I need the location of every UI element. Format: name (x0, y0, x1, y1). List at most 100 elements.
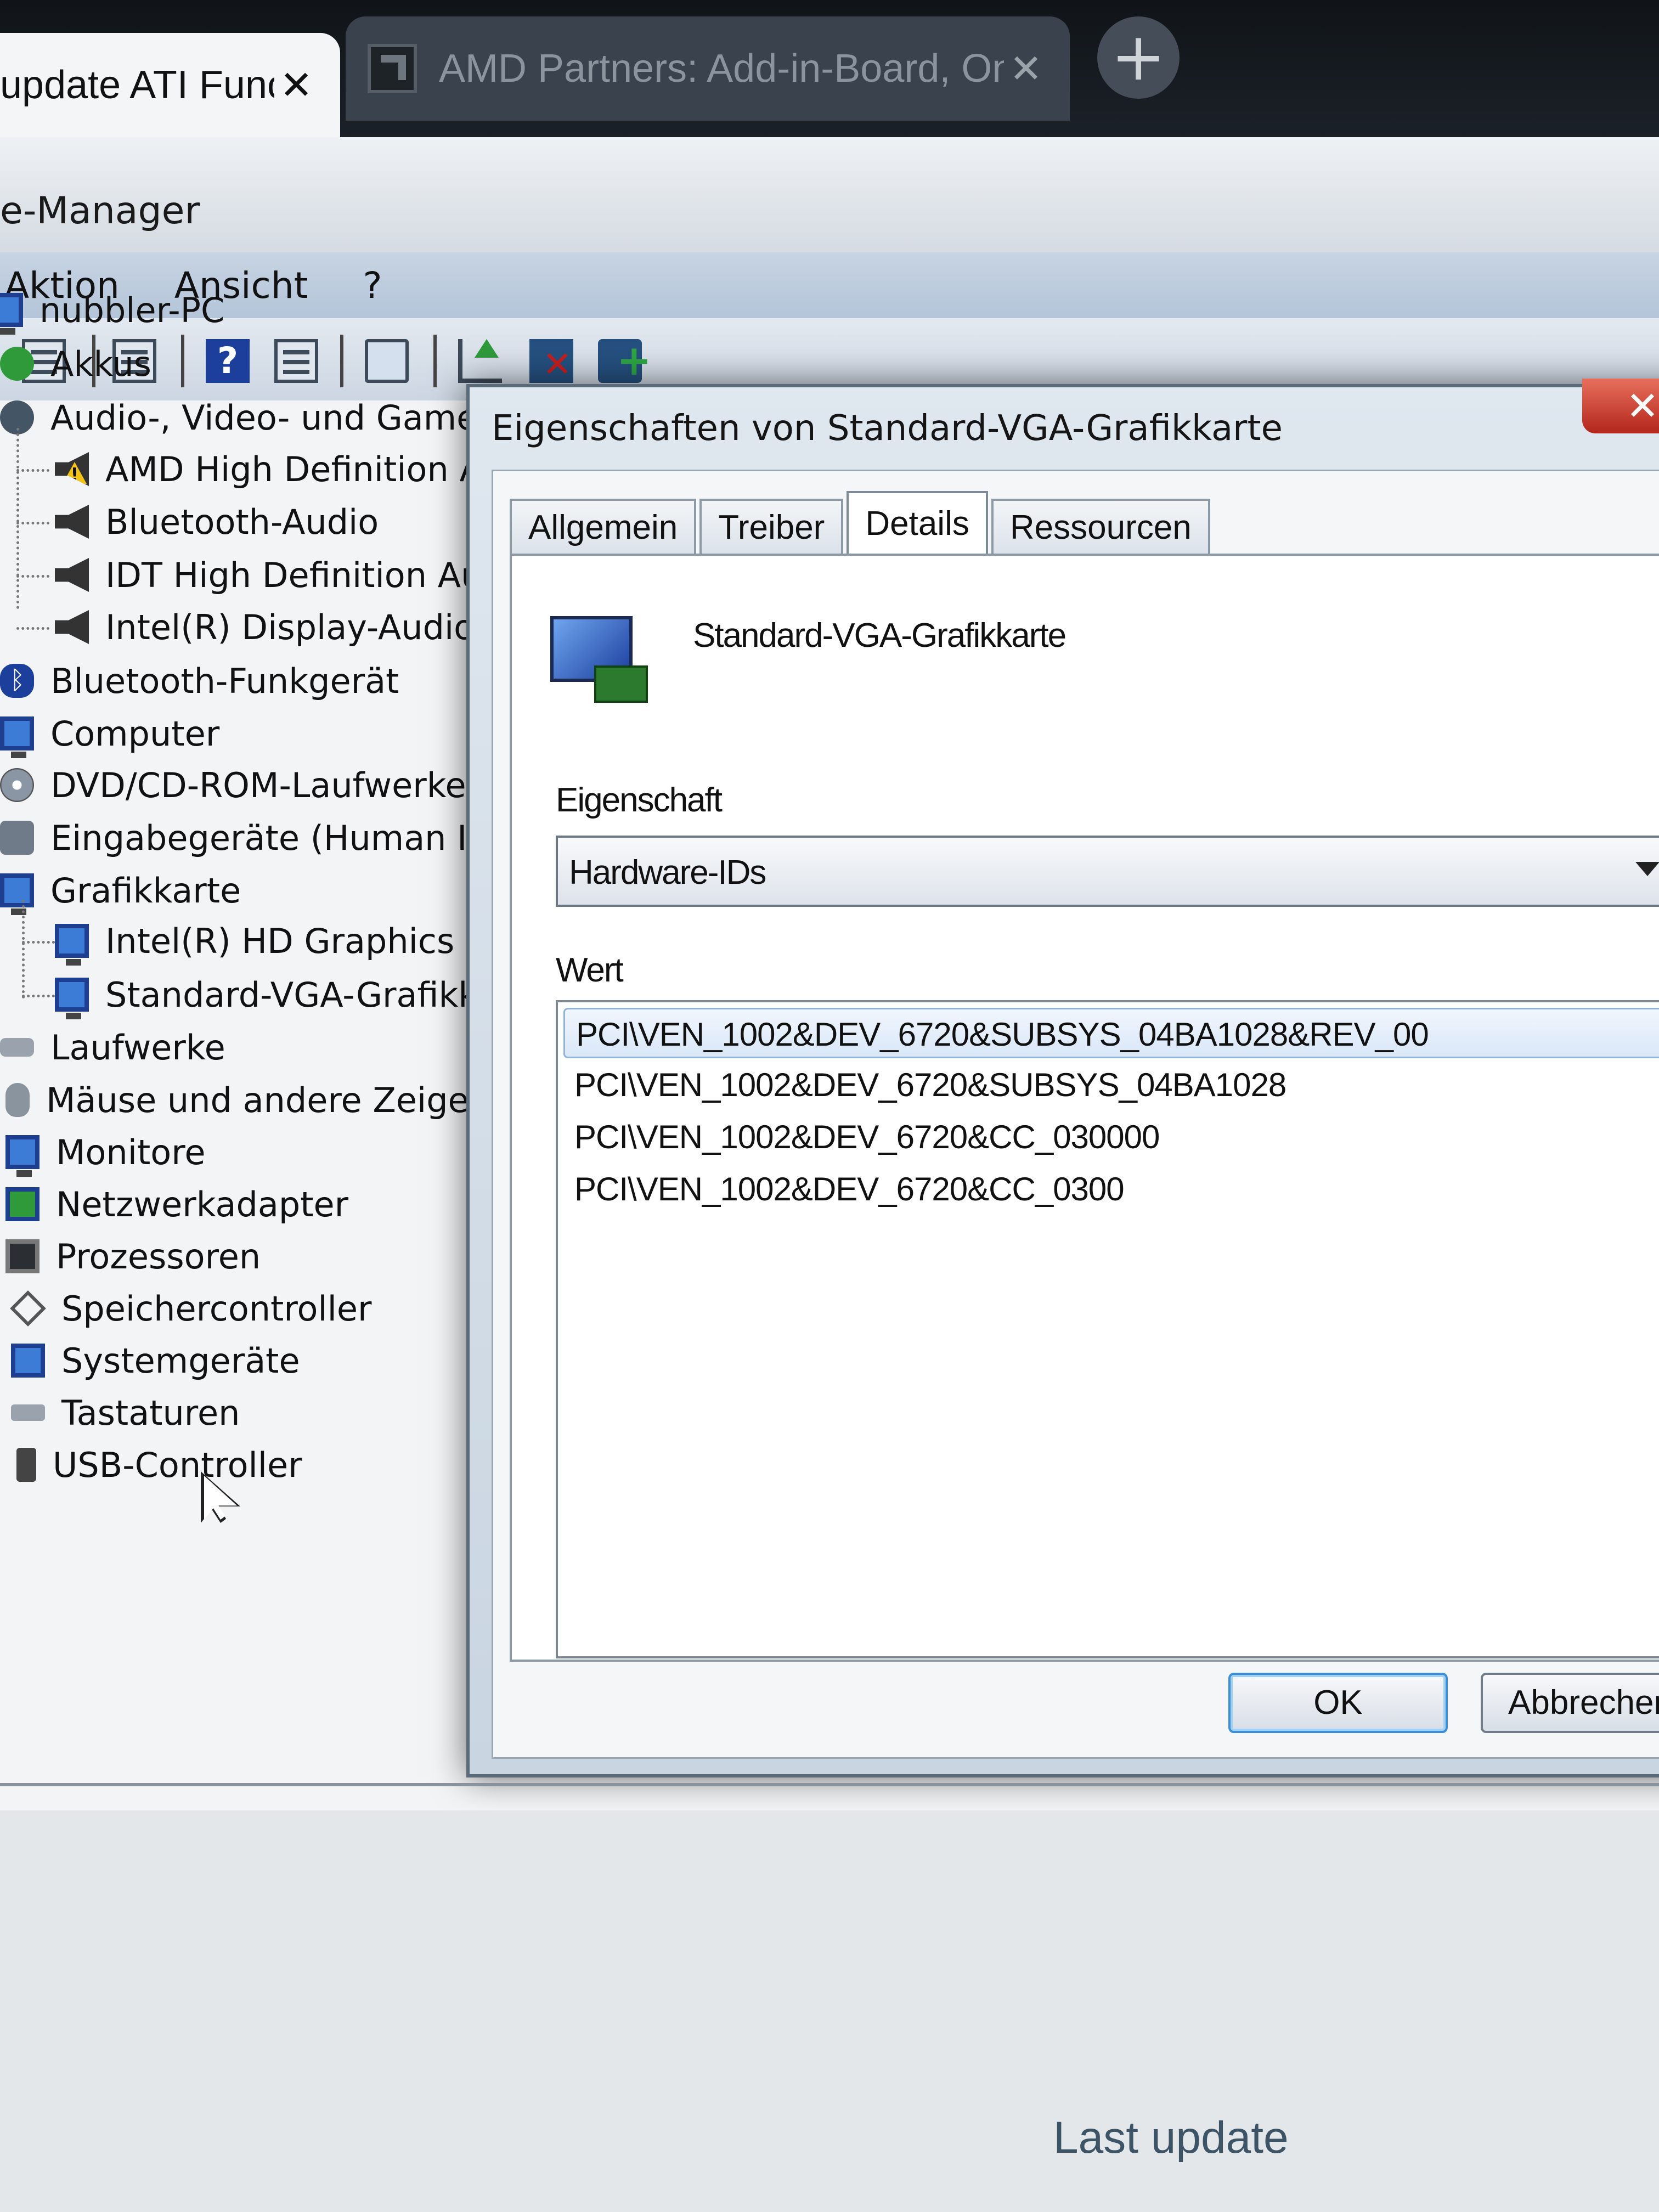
tree-item-label: Netzwerkadapter (56, 1184, 349, 1224)
tree-item[interactable]: Eingabegeräte (Human Inte (0, 813, 523, 862)
cancel-button[interactable]: Abbrechen (1481, 1673, 1659, 1733)
tree-item[interactable]: Systemgeräte (11, 1336, 300, 1385)
window-titlebar: e-Manager (0, 137, 1659, 252)
tree-item-label: Computer (50, 713, 220, 754)
toolbar-uninstall-icon[interactable] (529, 339, 573, 385)
tree-item[interactable]: Mäuse und andere Zeigege (5, 1075, 511, 1125)
property-select[interactable]: Hardware-IDs (556, 836, 1659, 907)
tree-item[interactable]: Monitore (5, 1127, 205, 1177)
toolbar-scan-hardware-icon[interactable] (365, 339, 409, 383)
storage-controller-icon (10, 1290, 46, 1327)
browser-tab-inactive[interactable]: AMD Partners: Add-in-Board, On ✕ (346, 16, 1070, 121)
tree-item-label: Akkus (50, 343, 151, 384)
browser-tab-title: AMD Partners: Add-in-Board, On (439, 47, 1004, 91)
display-adapter-icon (0, 873, 34, 915)
display-adapter-icon (55, 978, 89, 1019)
dialog-tabs: Allgemein Treiber Details Ressourcen (510, 491, 1214, 554)
toolbar-help-icon[interactable]: ? (206, 339, 250, 383)
toolbar-enable-icon[interactable] (598, 336, 652, 385)
close-icon[interactable]: ✕ (274, 62, 318, 108)
tree-item[interactable]: Grafikkarte (0, 866, 241, 915)
cpu-icon (5, 1239, 40, 1273)
tree-item-label: AMD High Definition A (105, 449, 483, 489)
toolbar-separator (433, 335, 437, 387)
tree-item[interactable]: nubbler-PC (0, 285, 224, 335)
tree-item-label: IDT High Definition Auc (105, 555, 501, 595)
battery-icon (0, 347, 34, 381)
disc-icon (0, 768, 34, 802)
tree-item-label: Speichercontroller (61, 1288, 372, 1329)
tree-item[interactable]: Computer (0, 709, 219, 758)
tree-item-label: Bluetooth-Funkgerät (50, 661, 399, 701)
tab-ressourcen[interactable]: Ressourcen (991, 499, 1210, 554)
browser-tab-active[interactable]: update ATI Func ✕ (0, 33, 340, 137)
chevron-down-icon[interactable] (1635, 862, 1659, 876)
tree-item[interactable]: Bluetooth-Funkgerät (0, 656, 399, 706)
window-title: e-Manager (0, 189, 200, 233)
value-label: Wert (556, 951, 624, 989)
mouse-icon (5, 1083, 30, 1117)
dialog-close-icon[interactable]: ✕ (1582, 379, 1659, 433)
tree-item[interactable]: Speichercontroller (10, 1284, 372, 1333)
toolbar-update-driver-icon[interactable] (458, 339, 502, 383)
tree-connector-line (22, 941, 55, 944)
value-row[interactable]: PCI\VEN_1002&DEV_6720&CC_030000 (563, 1112, 1659, 1163)
tab-treiber[interactable]: Treiber (699, 499, 844, 554)
tab-allgemein[interactable]: Allgemein (510, 499, 697, 554)
tree-item-label: Monitore (56, 1132, 206, 1172)
tree-item-label: Audio-, Video- und Gamec (50, 397, 496, 438)
tree-item-label: Intel(R) HD Graphics 30 (105, 921, 509, 961)
menu-help[interactable]: ? (363, 264, 382, 307)
properties-dialog: Eigenschaften von Standard-VGA-Grafikkar… (466, 379, 1659, 1778)
tree-item[interactable]: Intel(R) Display-Audio (55, 602, 475, 652)
tree-item[interactable]: Standard-VGA-Grafikka (55, 970, 498, 1019)
tree-item-label: Intel(R) Display-Audio (105, 607, 475, 647)
details-tab-panel: Standard-VGA-Grafikkarte Eigenschaft Har… (510, 554, 1659, 1662)
tree-item-label: DVD/CD-ROM-Laufwerke (50, 765, 466, 805)
toolbar-separator (181, 335, 184, 387)
value-row[interactable]: PCI\VEN_1002&DEV_6720&SUBSYS_04BA1028&RE… (563, 1008, 1659, 1058)
bluetooth-icon (0, 664, 34, 698)
value-list[interactable]: PCI\VEN_1002&DEV_6720&SUBSYS_04BA1028&RE… (556, 1000, 1659, 1658)
tree-item-label: nubbler-PC (40, 290, 225, 330)
new-tab-button[interactable]: + (1097, 16, 1180, 99)
display-adapter-icon (550, 616, 648, 703)
dialog-body: Allgemein Treiber Details Ressourcen Sta… (492, 470, 1659, 1759)
tree-connector-line (16, 575, 49, 578)
tree-connector-line (22, 900, 25, 998)
amd-logo-icon (368, 44, 417, 93)
tree-item[interactable]: USB-Controller (16, 1440, 302, 1489)
tree-item-label: USB-Controller (53, 1444, 302, 1485)
tree-item[interactable]: Prozessoren (5, 1232, 261, 1281)
browser-tab-strip: update ATI Func ✕ AMD Partners: Add-in-B… (0, 0, 1659, 137)
tree-item[interactable]: AMD High Definition A (55, 444, 483, 494)
tree-item-label: Standard-VGA-Grafikka (105, 974, 499, 1015)
tree-item[interactable]: IDT High Definition Auc (55, 550, 501, 600)
tree-item-label: Grafikkarte (50, 870, 241, 911)
value-row[interactable]: PCI\VEN_1002&DEV_6720&CC_0300 (563, 1164, 1659, 1215)
tree-item[interactable]: Bluetooth-Audio (55, 497, 379, 546)
tree-item-label: Prozessoren (56, 1236, 261, 1277)
tree-item[interactable]: Akkus (0, 339, 151, 388)
monitor-icon (5, 1135, 40, 1177)
speaker-icon (55, 505, 89, 539)
ok-button[interactable]: OK (1228, 1673, 1448, 1733)
last-update-text: Last update (1053, 2113, 1289, 2163)
close-icon[interactable]: ✕ (1004, 46, 1048, 92)
tree-connector-line (16, 469, 49, 472)
tab-details[interactable]: Details (847, 491, 988, 554)
monitor-icon (0, 716, 34, 758)
tree-item[interactable]: Audio-, Video- und Gamec (0, 393, 496, 442)
value-row[interactable]: PCI\VEN_1002&DEV_6720&SUBSYS_04BA1028 (563, 1060, 1659, 1110)
keyboard-icon (11, 1404, 45, 1421)
tree-item[interactable]: Tastaturen (11, 1388, 240, 1437)
tree-connector-line (22, 995, 55, 997)
toolbar-view-icon[interactable] (274, 339, 318, 383)
system-device-icon (11, 1344, 45, 1378)
tree-item[interactable]: Intel(R) HD Graphics 30 (55, 916, 509, 966)
tree-item[interactable]: Netzwerkadapter (5, 1180, 348, 1229)
network-icon (5, 1187, 40, 1221)
tree-item[interactable]: Laufwerke (0, 1023, 225, 1072)
toolbar-separator (340, 335, 343, 387)
tree-item[interactable]: DVD/CD-ROM-Laufwerke (0, 760, 466, 810)
